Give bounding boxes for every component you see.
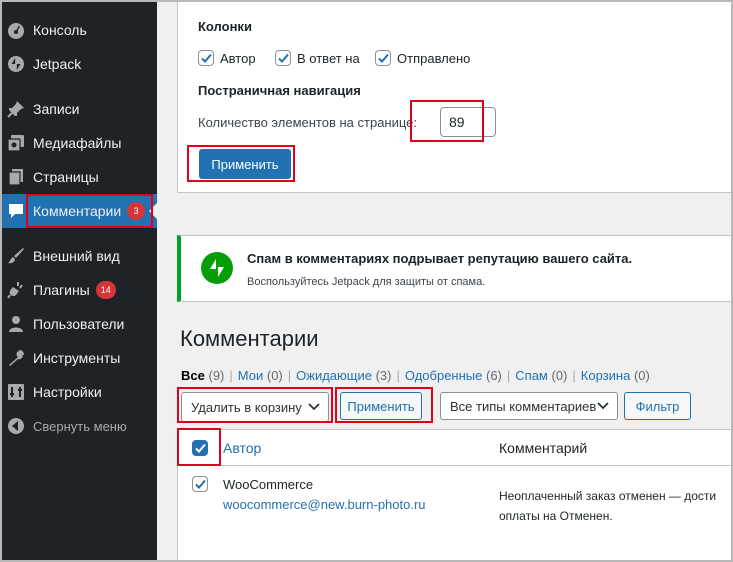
jetpack-logo-icon: [201, 252, 233, 284]
checkmark-icon: [377, 53, 389, 63]
sidebar-item-label: Комментарии: [33, 203, 122, 219]
jetpack-spam-notice: Спам в комментариях подрывает репутацию …: [177, 235, 733, 302]
sidebar-item-posts[interactable]: Записи: [0, 92, 157, 126]
jetpack-icon: [6, 54, 26, 74]
column-toggle-label: В ответ на: [297, 50, 360, 66]
media-icon: [6, 133, 26, 153]
table-header: Автор Комментарий: [178, 430, 733, 466]
active-indicator: [149, 203, 157, 219]
settings-icon: [6, 382, 26, 402]
comment-author-name: WooCommerce: [223, 477, 314, 492]
column-header-comment: Комментарий: [499, 440, 588, 456]
admin-sidebar: Консоль Jetpack Записи Медиафайлы Страни…: [0, 0, 157, 562]
checkbox[interactable]: [275, 50, 291, 66]
sidebar-item-label: Пользователи: [33, 316, 125, 332]
comments-count-badge: 3: [127, 202, 146, 220]
filter-button[interactable]: Фильтр: [624, 392, 691, 420]
column-header-author[interactable]: Автор: [223, 440, 261, 456]
checkbox[interactable]: [198, 50, 214, 66]
column-toggle-submitted[interactable]: Отправлено: [375, 50, 470, 66]
dashboard-icon: [6, 20, 26, 40]
pages-icon: [6, 167, 26, 187]
comment-icon: [6, 201, 26, 221]
select-all-checkbox[interactable]: [192, 440, 208, 456]
column-toggle-label: Отправлено: [397, 50, 471, 66]
sidebar-item-users[interactable]: Пользователи: [0, 307, 157, 341]
brush-icon: [6, 246, 26, 266]
filter-approved[interactable]: Одобренные (6): [405, 368, 502, 383]
filter-spam[interactable]: Спам (0): [515, 368, 567, 383]
notice-text: Воспользуйтесь Jetpack для защиты от спа…: [247, 276, 486, 288]
collapse-icon: [6, 416, 26, 436]
column-toggle-in-reply-to[interactable]: В ответ на: [275, 50, 360, 66]
sidebar-item-label: Свернуть меню: [33, 418, 127, 434]
sidebar-item-media[interactable]: Медиафайлы: [0, 126, 157, 160]
comment-type-select[interactable]: Все типы комментариев: [440, 392, 618, 420]
row-checkbox[interactable]: [192, 476, 208, 492]
screen-options-apply-button[interactable]: Применить: [199, 149, 291, 179]
sidebar-item-label: Плагины: [33, 282, 90, 298]
filter-all[interactable]: Все (9): [181, 368, 224, 383]
checkmark-icon: [194, 443, 206, 453]
filter-mine[interactable]: Мои (0): [238, 368, 283, 383]
checkbox[interactable]: [375, 50, 391, 66]
sidebar-item-comments[interactable]: Комментарии 3: [0, 194, 157, 228]
sidebar-item-label: Инструменты: [33, 350, 121, 366]
plugin-icon: [6, 280, 26, 300]
comment-text: Неоплаченный заказ отменен — дости оплат…: [499, 489, 717, 523]
chevron-down-icon: [308, 403, 320, 411]
filter-trash[interactable]: Корзина (0): [581, 368, 650, 383]
bulk-apply-button[interactable]: Применить: [340, 392, 422, 420]
sidebar-item-tools[interactable]: Инструменты: [0, 341, 157, 375]
pin-icon: [6, 99, 26, 119]
sidebar-item-label: Внешний вид: [33, 248, 120, 264]
filter-pending[interactable]: Ожидающие (3): [296, 368, 391, 383]
screen-options-panel: Колонки Автор В ответ на Отправлено Пост…: [177, 0, 733, 193]
checkmark-icon: [200, 53, 212, 63]
checkmark-icon: [277, 53, 289, 63]
page-title: Комментарии: [180, 326, 319, 351]
sidebar-collapse-menu[interactable]: Свернуть меню: [0, 409, 157, 443]
sidebar-item-label: Записи: [33, 101, 80, 117]
sidebar-item-label: Медиафайлы: [33, 135, 122, 151]
status-filters: Все (9) | Мои (0) | Ожидающие (3) | Одоб…: [181, 368, 650, 383]
sidebar-item-plugins[interactable]: Плагины 14: [0, 273, 157, 307]
chevron-down-icon: [597, 402, 609, 410]
per-page-input[interactable]: [440, 107, 496, 137]
plugins-count-badge: 14: [95, 281, 116, 299]
comment-author-email[interactable]: woocommerce@new.burn-photo.ru: [223, 497, 426, 512]
sidebar-item-dashboard[interactable]: Консоль: [0, 13, 157, 47]
sidebar-item-label: Настройки: [33, 384, 102, 400]
bulk-action-select[interactable]: Удалить в корзину: [181, 392, 329, 422]
columns-heading: Колонки: [198, 19, 252, 34]
comments-table: Автор Комментарий WooCommerce woocommerc…: [177, 429, 733, 562]
column-toggle-author[interactable]: Автор: [198, 50, 256, 66]
sidebar-item-label: Jetpack: [33, 56, 82, 72]
user-icon: [6, 314, 26, 334]
sidebar-item-settings[interactable]: Настройки: [0, 375, 157, 409]
sidebar-item-pages[interactable]: Страницы: [0, 160, 157, 194]
sidebar-item-label: Страницы: [33, 169, 99, 185]
sidebar-item-appearance[interactable]: Внешний вид: [0, 239, 157, 273]
checkmark-icon: [194, 479, 206, 489]
sidebar-item-label: Консоль: [33, 22, 87, 38]
wrench-icon: [6, 348, 26, 368]
column-toggle-label: Автор: [220, 50, 256, 66]
per-page-label: Количество элементов на странице:: [198, 115, 418, 130]
pagination-heading: Постраничная навигация: [198, 83, 361, 98]
sidebar-item-jetpack[interactable]: Jetpack: [0, 47, 157, 81]
main-content: Колонки Автор В ответ на Отправлено Пост…: [157, 0, 733, 562]
notice-title: Спам в комментариях подрывает репутацию …: [247, 251, 633, 266]
